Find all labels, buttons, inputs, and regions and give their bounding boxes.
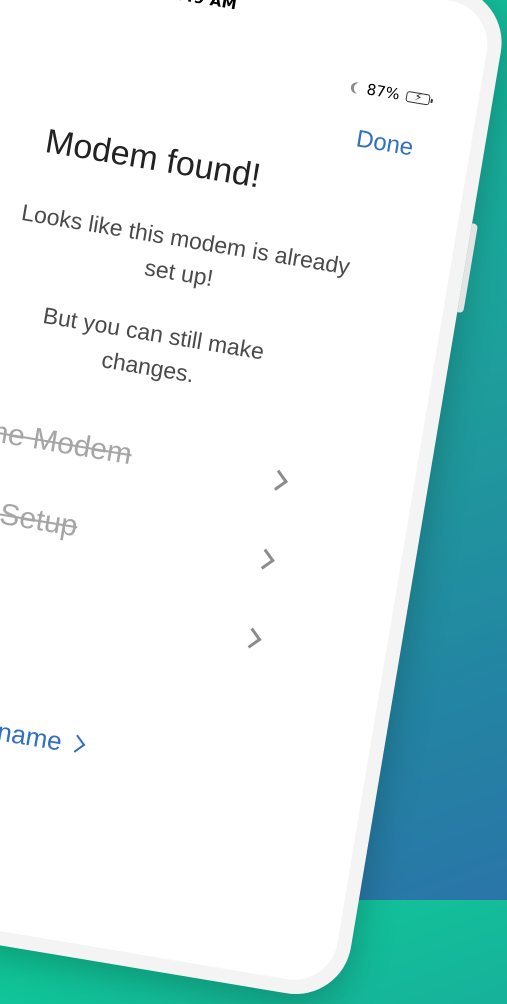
moon-icon (353, 82, 366, 95)
row-name-modem[interactable]: Name Modem (0, 404, 304, 513)
bolt-icon: ⚡ (413, 89, 424, 104)
status-time: 12:49 AM (155, 0, 239, 13)
page-title: Modem found! (42, 122, 264, 196)
chevron-right-icon (240, 627, 262, 649)
battery-percent: 87% (365, 80, 402, 104)
chevron-right-icon (253, 548, 275, 570)
setup-status-text: Looks like this modem is already set up! (13, 195, 352, 317)
chevron-right-icon (67, 734, 86, 753)
row-label: WiFi Setup (0, 486, 81, 544)
phone-device: 12:49 AM 87% ⚡ Done Modem found! Looks l… (0, 0, 507, 1003)
side-button (457, 223, 479, 314)
changes-hint-text: But you can still make changes. (0, 292, 304, 409)
done-button[interactable]: Done (354, 125, 415, 162)
hostname-link-label: Change Hostname (0, 691, 65, 757)
chevron-right-icon (267, 469, 288, 491)
status-indicators: 87% ⚡ (350, 78, 432, 109)
change-hostname-link[interactable]: Change Hostname (0, 691, 86, 761)
battery-charging-icon: ⚡ (405, 89, 432, 106)
row-label: Name Modem (0, 407, 135, 472)
phone-screen: 12:49 AM 87% ⚡ Done Modem found! Looks l… (0, 0, 494, 987)
